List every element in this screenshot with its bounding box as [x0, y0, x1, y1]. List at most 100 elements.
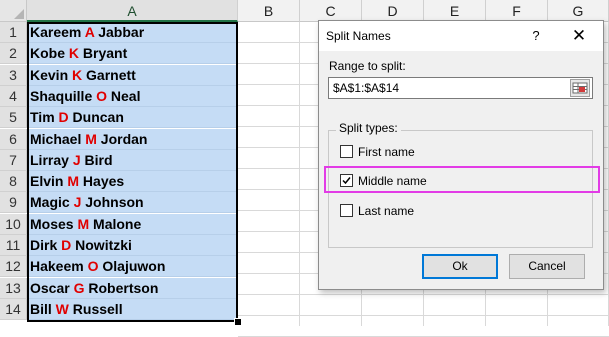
row-header[interactable]: 14	[0, 298, 27, 320]
middle-initial-text: K	[68, 45, 80, 62]
help-icon[interactable]: ?	[525, 27, 547, 45]
middle-initial-text: O	[96, 87, 108, 104]
cell-a[interactable]: Bill W Russell	[27, 298, 237, 320]
first-name-text: Oscar	[30, 279, 74, 296]
row-header[interactable]: 13	[0, 277, 27, 299]
first-name-text: Tim	[30, 109, 59, 126]
cell-a[interactable]: Kareem A Jabbar	[27, 22, 237, 43]
first-name-text: Hakeem	[30, 258, 88, 275]
first-name-text: Michael	[30, 130, 86, 147]
middle-initial-text: M	[67, 173, 80, 190]
middle-initial-text: A	[84, 24, 95, 40]
column-header-a[interactable]: A	[27, 0, 238, 22]
last-name-text: Hayes	[79, 173, 125, 190]
first-name-text: Shaquille	[30, 87, 97, 104]
cell-a[interactable]: Lirray J Bird	[27, 149, 237, 171]
middle-initial-text: M	[77, 215, 90, 232]
middle-initial-text: O	[87, 258, 99, 275]
dialog-title: Split Names	[326, 29, 391, 43]
check-icon	[342, 177, 351, 185]
middle-initial-text: D	[61, 237, 72, 253]
column-header-e[interactable]: E	[424, 0, 486, 22]
last-name-text: Malone	[89, 215, 142, 232]
column-header-b[interactable]: B	[238, 0, 300, 22]
column-header-d[interactable]: D	[362, 0, 424, 22]
row-header[interactable]: 5	[0, 107, 27, 129]
cell-a[interactable]: Tim D Duncan	[27, 107, 237, 129]
gridline-horizontal	[238, 294, 609, 295]
middle-name-checkbox[interactable]	[340, 174, 353, 187]
first-name-text: Magic	[30, 194, 74, 211]
row-header[interactable]: 6	[0, 128, 27, 150]
first-name-text: Kareem	[30, 24, 85, 40]
middle-initial-text: W	[55, 300, 69, 317]
last-name-checkbox[interactable]	[340, 204, 353, 217]
first-name-text: Kevin	[30, 66, 73, 83]
row-header[interactable]: 8	[0, 171, 27, 193]
gridline-vertical	[299, 22, 300, 326]
row-header[interactable]: 3	[0, 64, 27, 86]
cell-a[interactable]: Dirk D Nowitzki	[27, 235, 237, 256]
last-name-text: Jordan	[96, 130, 148, 147]
last-name-text: Neal	[107, 87, 141, 104]
cell-a[interactable]: Elvin M Hayes	[27, 171, 237, 193]
middle-initial-text: K	[72, 66, 83, 83]
middle-name-label: Middle name	[358, 174, 427, 188]
last-name-text: Robertson	[84, 279, 159, 296]
row-header[interactable]: 10	[0, 213, 27, 235]
corner-triangle-icon	[14, 9, 24, 19]
row-header[interactable]: 9	[0, 192, 27, 214]
range-select-icon-graphic	[572, 82, 588, 94]
first-name-label: First name	[358, 145, 415, 159]
split-names-dialog: Split Names ? ✕ Range to split: $A$1:$A$…	[318, 20, 604, 290]
first-name-text: Dirk	[30, 237, 62, 253]
fill-handle[interactable]	[234, 318, 242, 326]
gridline-horizontal	[238, 315, 609, 316]
row-header[interactable]: 7	[0, 149, 27, 171]
middle-initial-text: M	[85, 130, 97, 147]
range-select-icon[interactable]	[570, 79, 590, 97]
cancel-button[interactable]: Cancel	[509, 254, 585, 279]
first-name-checkbox[interactable]	[340, 145, 353, 158]
ok-button[interactable]: Ok	[422, 254, 498, 279]
range-input[interactable]: $A$1:$A$14	[328, 77, 593, 99]
last-name-text: Nowitzki	[71, 237, 132, 253]
column-header-c[interactable]: C	[300, 0, 362, 22]
last-name-text: Garnett	[82, 66, 136, 83]
cell-a[interactable]: Hakeem O Olajuwon	[27, 256, 237, 278]
first-name-text: Lirray	[30, 151, 73, 168]
last-name-text: Duncan	[68, 109, 124, 126]
middle-initial-text: D	[58, 109, 69, 126]
row-header[interactable]: 11	[0, 235, 27, 256]
cell-a[interactable]: Michael M Jordan	[27, 128, 237, 150]
middle-initial-text: G	[73, 279, 85, 296]
first-name-text: Kobe	[30, 45, 69, 62]
last-name-text: Bryant	[79, 45, 128, 62]
first-name-text: Elvin	[30, 173, 68, 190]
cell-a[interactable]: Shaquille O Neal	[27, 85, 237, 107]
column-header-f[interactable]: F	[486, 0, 548, 22]
first-name-text: Moses	[30, 215, 78, 232]
cell-a[interactable]: Moses M Malone	[27, 213, 237, 235]
middle-initial-text: J	[72, 151, 81, 168]
cell-a[interactable]: Magic J Johnson	[27, 192, 237, 214]
column-header-g[interactable]: G	[548, 0, 609, 22]
row-header[interactable]: 12	[0, 256, 27, 278]
dialog-titlebar[interactable]: Split Names ? ✕	[319, 21, 603, 51]
range-label: Range to split:	[329, 59, 406, 73]
last-name-text: Johnson	[81, 194, 144, 211]
select-all-corner[interactable]	[0, 0, 27, 22]
last-name-text: Olajuwon	[98, 258, 166, 275]
cell-a[interactable]: Kobe K Bryant	[27, 43, 237, 65]
last-name-text: Russell	[68, 300, 123, 317]
cell-a[interactable]: Oscar G Robertson	[27, 277, 237, 299]
last-name-label: Last name	[358, 204, 415, 218]
row-header[interactable]: 2	[0, 43, 27, 65]
last-name-text: Bird	[80, 151, 113, 168]
last-name-text: Jabbar	[94, 24, 145, 40]
row-header[interactable]: 4	[0, 85, 27, 107]
row-header[interactable]: 1	[0, 22, 27, 43]
close-icon[interactable]: ✕	[567, 25, 591, 47]
split-types-label: Split types:	[336, 121, 401, 135]
cell-a[interactable]: Kevin K Garnett	[27, 64, 237, 86]
